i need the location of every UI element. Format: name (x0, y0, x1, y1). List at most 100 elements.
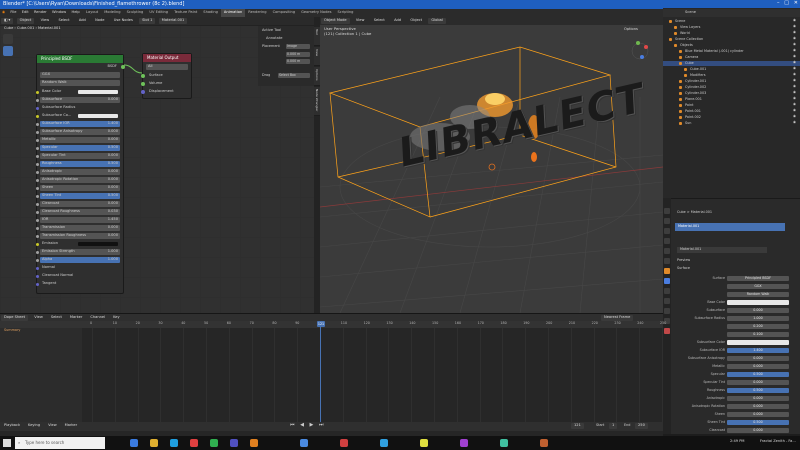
menu-add[interactable]: Add (76, 18, 89, 24)
outliner-item[interactable]: Cylinder.003 ◉ (663, 90, 800, 96)
input-socket[interactable] (36, 210, 39, 214)
taskbar-search-box[interactable]: ⌕ Type here to search (15, 437, 105, 449)
transform-orientation[interactable]: Global (428, 18, 446, 24)
bsdf-input-row[interactable]: Clearcoat Normal (36, 273, 120, 279)
input-socket[interactable] (36, 194, 39, 198)
outliner-item[interactable]: Point ◉ (663, 102, 800, 108)
visibility-eye-icon[interactable]: ◉ (793, 18, 796, 22)
input-socket[interactable] (36, 106, 39, 110)
window-controls[interactable]: – □ ✕ (777, 1, 798, 6)
input-socket[interactable] (36, 154, 39, 158)
visibility-eye-icon[interactable]: ◉ (793, 72, 796, 76)
color-swatch[interactable] (78, 242, 118, 246)
app-icon[interactable] (420, 439, 428, 447)
outliner-item[interactable]: Plane.001 ◉ (663, 96, 800, 102)
slot-selector[interactable]: Slot 1 (139, 18, 156, 24)
visibility-eye-icon[interactable]: ◉ (793, 30, 796, 34)
frame-ruler[interactable] (0, 321, 663, 328)
bsdf-input-row[interactable]: Clearcoat Roughness 0.030 (36, 209, 120, 215)
menu-view[interactable]: View (353, 18, 368, 24)
offset-x-field[interactable]: 0.000 m (286, 52, 310, 57)
app-icon[interactable] (380, 439, 388, 447)
workspace-tab[interactable]: Shading (200, 9, 221, 17)
bsdf-input-row[interactable]: Base Color (36, 89, 120, 95)
start-menu-icon[interactable] (3, 439, 11, 447)
bsdf-input-row[interactable]: Roughness 0.500 (36, 161, 120, 167)
bsdf-input-row[interactable]: Metallic 0.000 (36, 137, 120, 143)
visibility-eye-icon[interactable]: ◉ (793, 36, 796, 40)
property-field[interactable]: 0.000 (727, 356, 789, 361)
outliner-item[interactable]: Blue Metal Material (.001) cylinder ◉ (663, 48, 800, 54)
visibility-eye-icon[interactable]: ◉ (793, 24, 796, 28)
bsdf-input-row[interactable]: Subsurface 0.000 (36, 97, 120, 103)
view-layer-tab-icon[interactable] (664, 238, 670, 244)
workspace-tab[interactable]: Animation (220, 9, 246, 17)
workspace-tab[interactable]: Geometry Nodes (298, 9, 334, 17)
bsdf-input-row[interactable]: Sheen Tint 0.500 (36, 193, 120, 199)
file-explorer-icon[interactable] (150, 439, 158, 447)
bsdf-input-row[interactable]: Transmission Roughness 0.000 (36, 233, 120, 239)
surface-socket[interactable] (141, 74, 145, 78)
input-socket[interactable] (36, 274, 39, 278)
playback-menu[interactable]: View (45, 423, 60, 429)
material-tab-icon[interactable] (664, 328, 670, 334)
edge-browser-icon[interactable] (170, 439, 178, 447)
input-socket[interactable] (36, 114, 39, 118)
outliner-item[interactable]: Cylinder.002 ◉ (663, 84, 800, 90)
input-socket[interactable] (36, 146, 39, 150)
current-frame-field[interactable]: 121 (571, 423, 584, 429)
editor-mode-selector[interactable]: Dope Sheet (1, 315, 28, 321)
workspace-tab[interactable]: UV Editing (146, 9, 171, 17)
input-socket[interactable] (36, 226, 39, 230)
workspace-tab[interactable]: Modeling (101, 9, 123, 17)
timeline-menu[interactable]: Channel (87, 315, 108, 321)
bsdf-input-row[interactable]: Emission Strength 1.000 (36, 249, 120, 255)
playback-menu[interactable]: Playback (1, 423, 23, 429)
property-field[interactable]: 0.000 (727, 404, 789, 409)
bsdf-input-row[interactable]: Specular 0.500 (36, 145, 120, 151)
visibility-eye-icon[interactable]: ◉ (793, 108, 796, 112)
property-field[interactable]: 0.500 (727, 372, 789, 377)
material-selector[interactable]: Material.001 (158, 18, 188, 24)
snapping-dropdown[interactable]: Nearest Frame (601, 315, 634, 321)
menu-node[interactable]: Node (92, 18, 107, 24)
menu-file[interactable]: File (8, 9, 18, 17)
outliner-item[interactable]: Point.001 ◉ (663, 108, 800, 114)
color-swatch[interactable] (78, 114, 118, 118)
bsdf-input-row[interactable]: Anisotropic 0.000 (36, 169, 120, 175)
surface-panel-header[interactable]: Surface (677, 266, 690, 270)
property-field[interactable]: GGX (727, 284, 789, 289)
bsdf-input-row[interactable]: IOR 1.450 (36, 217, 120, 223)
input-socket[interactable] (36, 122, 39, 126)
physics-tab-icon[interactable] (664, 298, 670, 304)
input-socket[interactable] (36, 162, 39, 166)
outliner-item[interactable]: Camera ◉ (663, 54, 800, 60)
use-nodes-checkbox[interactable]: Use Nodes (111, 18, 136, 24)
bsdf-output-socket[interactable] (121, 65, 125, 69)
outliner-item[interactable]: Cylinder.001 ◉ (663, 78, 800, 84)
menu-object[interactable]: Object (407, 18, 425, 24)
playback-controls[interactable]: ⏮ ◀ ▶ ⏭ (290, 423, 325, 428)
bsdf-input-row[interactable]: Clearcoat 0.000 (36, 201, 120, 207)
input-socket[interactable] (36, 98, 39, 102)
workspace-tab[interactable]: Sculpting (124, 9, 147, 17)
outliner-item[interactable]: Modifiers ◉ (663, 72, 800, 78)
outliner-item[interactable]: Cube.001 ◉ (663, 66, 800, 72)
mode-selector[interactable]: Object Mode (321, 18, 350, 24)
minimize-button[interactable]: – (777, 0, 780, 6)
visibility-eye-icon[interactable]: ◉ (793, 42, 796, 46)
property-field[interactable]: 0.000 (727, 308, 789, 313)
outliner-item[interactable]: Point.002 ◉ (663, 114, 800, 120)
input-socket[interactable] (36, 186, 39, 190)
visibility-eye-icon[interactable]: ◉ (793, 120, 796, 124)
menu-select[interactable]: Select (55, 18, 72, 24)
distribution-dropdown[interactable]: GGX (40, 72, 120, 78)
outliner-item[interactable]: Scene ◉ (663, 18, 800, 24)
outliner-item[interactable]: Sun ◉ (663, 120, 800, 126)
bsdf-input-row[interactable]: Transmission 0.000 (36, 225, 120, 231)
tool-tab-icon[interactable] (664, 208, 670, 214)
end-frame-field[interactable]: 250 (635, 423, 648, 429)
property-field[interactable]: 0.200 (727, 324, 789, 329)
app-icon[interactable] (500, 439, 508, 447)
visibility-eye-icon[interactable]: ◉ (793, 90, 796, 94)
